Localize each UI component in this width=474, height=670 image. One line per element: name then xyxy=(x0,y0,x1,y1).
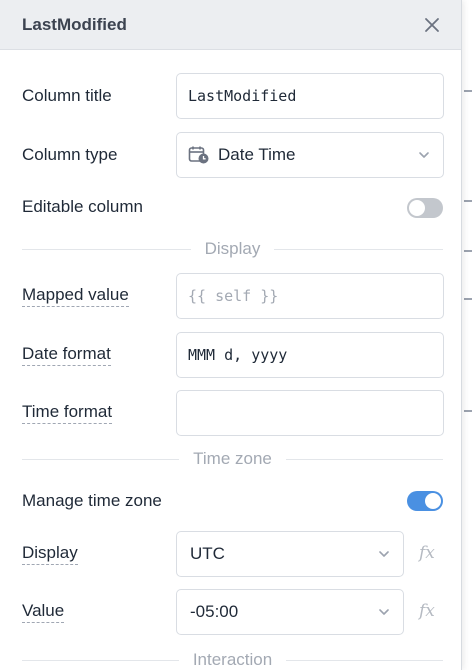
tz-value-value: -05:00 xyxy=(190,602,239,621)
date-format-input[interactable]: MMM d, yyyy xyxy=(176,332,444,378)
section-divider-display: Display xyxy=(22,239,443,258)
column-type-label: Column type xyxy=(22,145,118,164)
chevron-down-icon xyxy=(379,609,389,615)
date-format-value: MMM d, yyyy xyxy=(188,346,288,364)
section-divider-time-zone: Time zone xyxy=(22,449,444,468)
chevron-down-icon xyxy=(379,551,389,557)
toggle-knob xyxy=(409,200,425,216)
section-divider-interaction: Interaction xyxy=(22,650,444,669)
tz-display-value: UTC xyxy=(190,544,225,563)
editable-column-label: Editable column xyxy=(22,197,143,216)
date-format-label: Date format xyxy=(22,344,111,366)
background-fragment xyxy=(464,90,472,92)
background-fragment xyxy=(464,298,472,300)
background-fragment xyxy=(464,410,472,412)
close-icon[interactable] xyxy=(421,14,443,36)
background-table-edge xyxy=(460,0,474,670)
column-title-value: LastModified xyxy=(188,87,297,105)
tz-value-label: Value xyxy=(22,601,65,623)
panel-title: LastModified xyxy=(22,14,127,34)
panel-header: LastModified xyxy=(0,0,461,50)
manage-time-zone-label: Manage time zone xyxy=(22,491,162,510)
column-type-select[interactable]: Date Time xyxy=(176,132,444,178)
column-title-label: Column title xyxy=(22,86,112,105)
tz-display-select[interactable]: UTC xyxy=(176,531,404,577)
column-type-value: Date Time xyxy=(218,145,296,164)
mapped-value-input[interactable]: {{ self }} xyxy=(176,273,444,319)
chevron-down-icon xyxy=(419,152,429,158)
manage-time-zone-toggle[interactable] xyxy=(407,491,443,511)
toggle-knob xyxy=(425,493,441,509)
background-fragment xyxy=(464,200,472,202)
mapped-value-placeholder: {{ self }} xyxy=(188,287,279,305)
section-title-time-zone: Time zone xyxy=(193,449,272,468)
background-fragment xyxy=(464,250,472,252)
section-title-display: Display xyxy=(204,239,261,258)
manage-time-zone-row: Manage time zone xyxy=(22,490,443,512)
column-title-input[interactable]: LastModified xyxy=(176,73,444,119)
time-format-input[interactable] xyxy=(176,390,444,436)
time-format-label: Time format xyxy=(22,402,113,424)
editable-column-row: Editable column xyxy=(22,196,443,218)
mapped-value-label: Mapped value xyxy=(22,285,129,307)
tz-value-select[interactable]: -05:00 xyxy=(176,589,404,635)
fx-icon[interactable]: fx xyxy=(419,543,435,563)
section-title-interaction: Interaction xyxy=(192,650,273,669)
column-settings-panel: LastModified Column title LastModified C… xyxy=(0,0,462,670)
fx-icon[interactable]: fx xyxy=(419,601,435,621)
tz-display-label: Display xyxy=(22,543,78,565)
editable-column-toggle[interactable] xyxy=(407,198,443,218)
calendar-clock-icon xyxy=(188,145,210,165)
